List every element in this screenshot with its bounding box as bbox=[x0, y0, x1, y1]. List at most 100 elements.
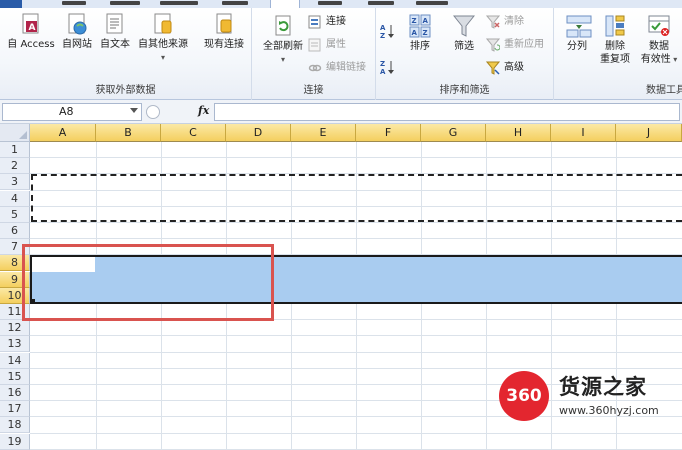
sort-descending-button[interactable]: ZA bbox=[380, 58, 398, 76]
existing-connections-button[interactable]: 现有连接 bbox=[198, 12, 250, 51]
remove-duplicates-label-2: 重复项 bbox=[600, 54, 630, 65]
watermark-url: www.360hyzj.com bbox=[559, 404, 659, 417]
filter-label: 筛选 bbox=[454, 41, 474, 52]
ribbon-tab-strip bbox=[0, 0, 682, 8]
sort-ascending-button[interactable]: AZ bbox=[380, 22, 398, 40]
from-other-sources-label: 自其他来源 bbox=[138, 39, 188, 50]
properties-button[interactable]: 属性 bbox=[308, 37, 346, 53]
svg-text:A: A bbox=[380, 68, 386, 75]
edit-links-label: 编辑链接 bbox=[326, 62, 366, 73]
data-validation-label-2: 有效性 bbox=[640, 54, 671, 65]
sort-label: 排序 bbox=[410, 41, 430, 52]
advanced-filter-button[interactable]: 高级 bbox=[485, 60, 524, 76]
reapply-filter-label: 重新应用 bbox=[504, 39, 544, 50]
tab-file[interactable] bbox=[0, 0, 22, 8]
insert-function-icon[interactable]: fx bbox=[198, 104, 209, 117]
column-header[interactable]: F bbox=[356, 124, 421, 142]
ribbon: A 自 Access 自网站 自文本 自其他来源 ▾ 现有连接 获取外部数据 全… bbox=[0, 8, 682, 100]
row-header[interactable]: 17 bbox=[0, 401, 30, 418]
text-file-icon bbox=[104, 12, 126, 36]
from-other-sources-button[interactable]: 自其他来源 ▾ bbox=[134, 12, 192, 64]
gridline-horizontal bbox=[30, 238, 682, 240]
annotation-highlight-box bbox=[22, 244, 274, 321]
connections-icon bbox=[308, 15, 322, 29]
advanced-filter-icon bbox=[485, 61, 501, 75]
text-to-columns-button[interactable]: 分列 bbox=[558, 14, 596, 53]
filter-button[interactable]: 筛选 bbox=[446, 14, 482, 53]
tab-data[interactable] bbox=[270, 0, 300, 8]
group-sort-filter: AZ ZA ZAAZ 排序 筛选 清除 重新应用 高级 排序和筛选 bbox=[376, 8, 554, 100]
column-header[interactable]: D bbox=[226, 124, 291, 142]
group-label-sort-filter: 排序和筛选 bbox=[439, 85, 490, 96]
advanced-filter-label: 高级 bbox=[504, 62, 524, 73]
chevron-down-icon[interactable] bbox=[130, 108, 138, 113]
reapply-filter-button[interactable]: 重新应用 bbox=[485, 37, 544, 53]
select-all-corner[interactable] bbox=[0, 124, 30, 142]
gridline-horizontal bbox=[30, 335, 682, 337]
svg-text:A: A bbox=[423, 17, 429, 25]
remove-duplicates-label-1: 删除 bbox=[605, 41, 625, 52]
column-header[interactable]: B bbox=[96, 124, 161, 142]
column-header[interactable]: G bbox=[421, 124, 486, 142]
column-header[interactable]: I bbox=[551, 124, 616, 142]
remove-duplicates-icon bbox=[604, 14, 626, 38]
access-icon: A bbox=[20, 12, 42, 36]
text-to-columns-label: 分列 bbox=[567, 41, 587, 52]
data-validation-icon bbox=[648, 14, 670, 38]
watermark-name: 货源之家 bbox=[559, 375, 647, 399]
watermark-logo: 360 bbox=[499, 371, 549, 421]
group-data-tools: 分列 删除 重复项 数据 有效性 ▾ 数据工具 bbox=[554, 8, 682, 100]
connections-label: 连接 bbox=[326, 16, 346, 27]
group-label-external: 获取外部数据 bbox=[95, 85, 156, 96]
row-header[interactable]: 6 bbox=[0, 223, 30, 239]
column-header[interactable]: H bbox=[486, 124, 551, 142]
sort-dialog-icon: ZAAZ bbox=[409, 14, 431, 38]
data-validation-button[interactable]: 数据 有效性 ▾ bbox=[638, 14, 680, 66]
row-header[interactable]: 16 bbox=[0, 385, 30, 401]
row-header[interactable]: 4 bbox=[0, 190, 30, 207]
row-header[interactable]: 14 bbox=[0, 352, 30, 369]
sort-descending-icon: ZA bbox=[380, 59, 394, 76]
collapse-icon[interactable] bbox=[146, 105, 160, 119]
clear-filter-icon bbox=[485, 15, 501, 29]
formula-input[interactable] bbox=[214, 103, 680, 121]
database-icon bbox=[152, 12, 174, 36]
row-header[interactable]: 18 bbox=[0, 417, 30, 434]
from-access-button[interactable]: A 自 Access bbox=[4, 12, 58, 51]
column-header[interactable]: A bbox=[30, 124, 96, 142]
existing-connections-label: 现有连接 bbox=[204, 39, 244, 50]
remove-duplicates-button[interactable]: 删除 重复项 bbox=[596, 14, 634, 66]
name-box[interactable]: A8 bbox=[2, 103, 142, 121]
row-header[interactable]: 12 bbox=[0, 320, 30, 337]
row-header[interactable]: 15 bbox=[0, 368, 30, 385]
from-access-label: 自 Access bbox=[7, 39, 55, 50]
edit-links-button[interactable]: 编辑链接 bbox=[308, 60, 366, 76]
properties-label: 属性 bbox=[326, 39, 346, 50]
from-web-button[interactable]: 自网站 bbox=[58, 12, 96, 51]
row-header[interactable]: 1 bbox=[0, 142, 30, 158]
web-icon bbox=[66, 12, 88, 36]
sort-button[interactable]: ZAAZ 排序 bbox=[402, 14, 438, 53]
copy-marquee bbox=[31, 174, 682, 222]
row-header[interactable]: 13 bbox=[0, 336, 30, 353]
filter-funnel-icon bbox=[452, 14, 476, 38]
svg-text:Z: Z bbox=[412, 17, 417, 25]
link-icon bbox=[308, 61, 322, 75]
row-header[interactable]: 5 bbox=[0, 206, 30, 223]
row-header[interactable]: 2 bbox=[0, 158, 30, 175]
svg-text:Z: Z bbox=[380, 60, 385, 68]
clear-filter-label: 清除 bbox=[504, 16, 524, 27]
connections-button[interactable]: 连接 bbox=[308, 14, 346, 30]
refresh-all-button[interactable]: 全部刷新 ▾ bbox=[256, 14, 310, 66]
clear-filter-button[interactable]: 清除 bbox=[485, 14, 524, 30]
column-header[interactable]: J bbox=[616, 124, 682, 142]
column-header[interactable]: E bbox=[291, 124, 356, 142]
row-header[interactable]: 3 bbox=[0, 174, 30, 191]
chevron-down-icon: ▾ bbox=[160, 53, 165, 62]
properties-icon bbox=[308, 38, 322, 52]
watermark: 360 货源之家 www.360hyzj.com bbox=[497, 367, 682, 422]
column-header[interactable]: C bbox=[161, 124, 226, 142]
svg-text:A: A bbox=[380, 24, 386, 32]
from-text-button[interactable]: 自文本 bbox=[96, 12, 134, 51]
row-header[interactable]: 19 bbox=[0, 433, 30, 450]
